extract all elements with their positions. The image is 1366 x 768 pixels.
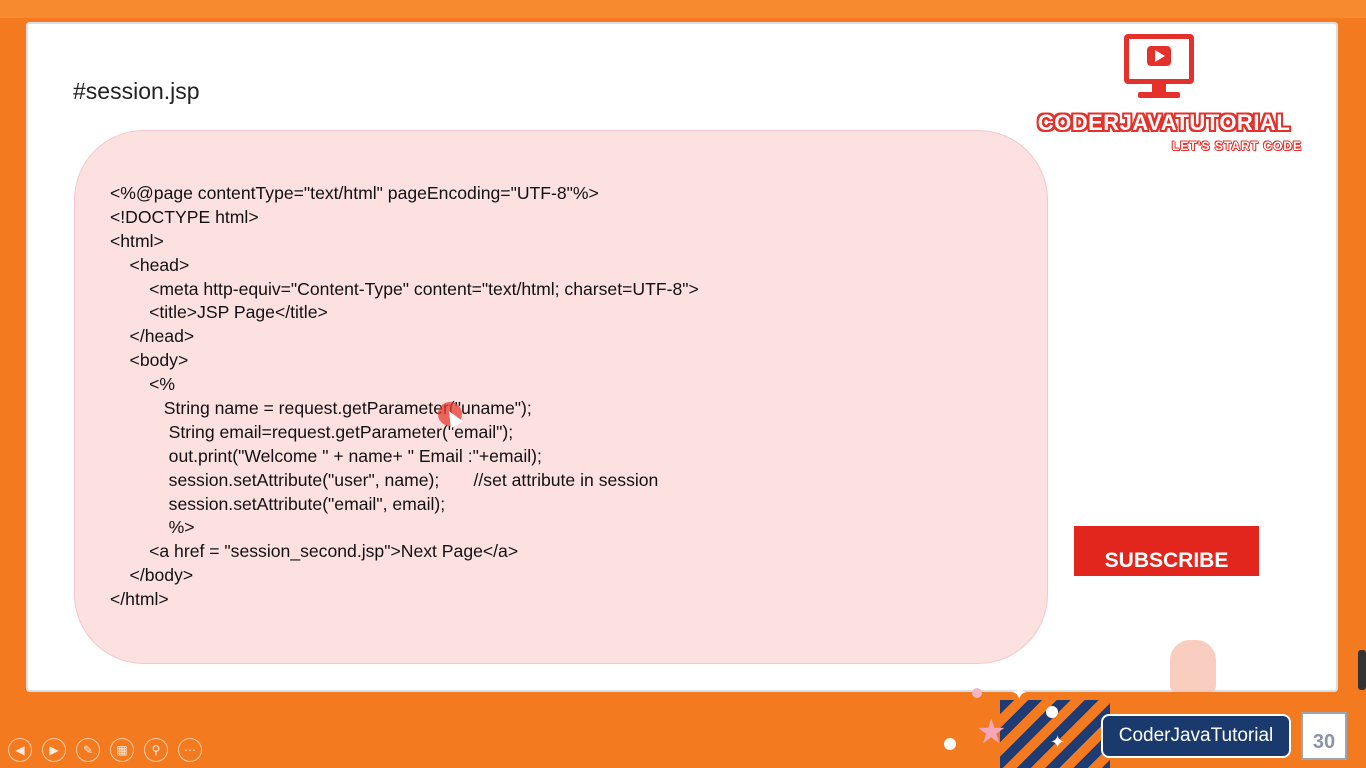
code-line: </html> — [110, 589, 169, 610]
slide-page-number: 30 — [1301, 712, 1347, 760]
top-orange-band — [0, 0, 1366, 18]
next-slide-icon[interactable]: ▶ — [42, 738, 66, 762]
channel-badge: CoderJavaTutorial — [1101, 714, 1291, 758]
slides-grid-icon[interactable]: ▦ — [110, 738, 134, 762]
code-line: </body> — [110, 565, 194, 586]
code-line: out.print("Welcome " + name+ " Email :"+… — [110, 445, 542, 466]
decorative-dot — [1046, 706, 1058, 718]
monitor-base — [1138, 92, 1180, 98]
code-line: <head> — [110, 254, 190, 275]
code-line: session.setAttribute("email", email); — [110, 493, 446, 514]
slide-title: #session.jsp — [73, 78, 200, 104]
brand-tagline: LET'S START CODE — [1172, 139, 1302, 153]
sparkle-icon: ✦ — [1050, 732, 1066, 752]
code-line: <!DOCTYPE html> — [110, 206, 259, 227]
code-line: <title>JSP Page</title> — [110, 302, 328, 323]
previous-slide-icon[interactable]: ◀ — [8, 738, 32, 762]
code-line: %> — [110, 517, 195, 538]
code-line: session.setAttribute("user", name); //se… — [110, 469, 659, 490]
code-line: <% — [110, 374, 176, 395]
code-line: <meta http-equiv="Content-Type" content=… — [110, 278, 699, 299]
zoom-icon[interactable]: ⚲ — [144, 738, 168, 762]
code-line: String email=request.getParameter("email… — [110, 421, 514, 442]
play-icon — [1147, 46, 1171, 66]
code-line: <a href = "session_second.jsp">Next Page… — [110, 541, 519, 562]
hand-icon — [1170, 640, 1216, 692]
monitor-stand — [1152, 84, 1166, 92]
subscribe-button[interactable]: SUBSCRIBE — [1074, 526, 1259, 576]
brand-name: CODERJAVATUTORIAL — [1037, 110, 1291, 135]
decorative-dot — [972, 688, 982, 698]
code-line: </head> — [110, 326, 195, 347]
code-line: <%@page contentType="text/html" pageEnco… — [110, 183, 599, 203]
channel-logo: CODERJAVATUTORIAL LET'S START CODE — [1024, 32, 1304, 157]
code-line: <html> — [110, 230, 164, 251]
scroll-handle[interactable] — [1358, 650, 1366, 690]
code-line: <body> — [110, 350, 189, 371]
sparkle-icon: ✦ — [1010, 680, 1029, 705]
code-block: <%@page contentType="text/html" pageEnco… — [110, 182, 699, 612]
presentation-controls: ◀ ▶ ✎ ▦ ⚲ ⋯ — [8, 738, 202, 762]
pen-icon[interactable]: ✎ — [76, 738, 100, 762]
decorative-dot — [944, 738, 956, 750]
monitor-play-icon — [1124, 34, 1194, 84]
star-icon: ★ — [976, 713, 1007, 751]
more-options-icon[interactable]: ⋯ — [178, 738, 202, 762]
code-line: String name = request.getParameter("unam… — [110, 398, 532, 419]
